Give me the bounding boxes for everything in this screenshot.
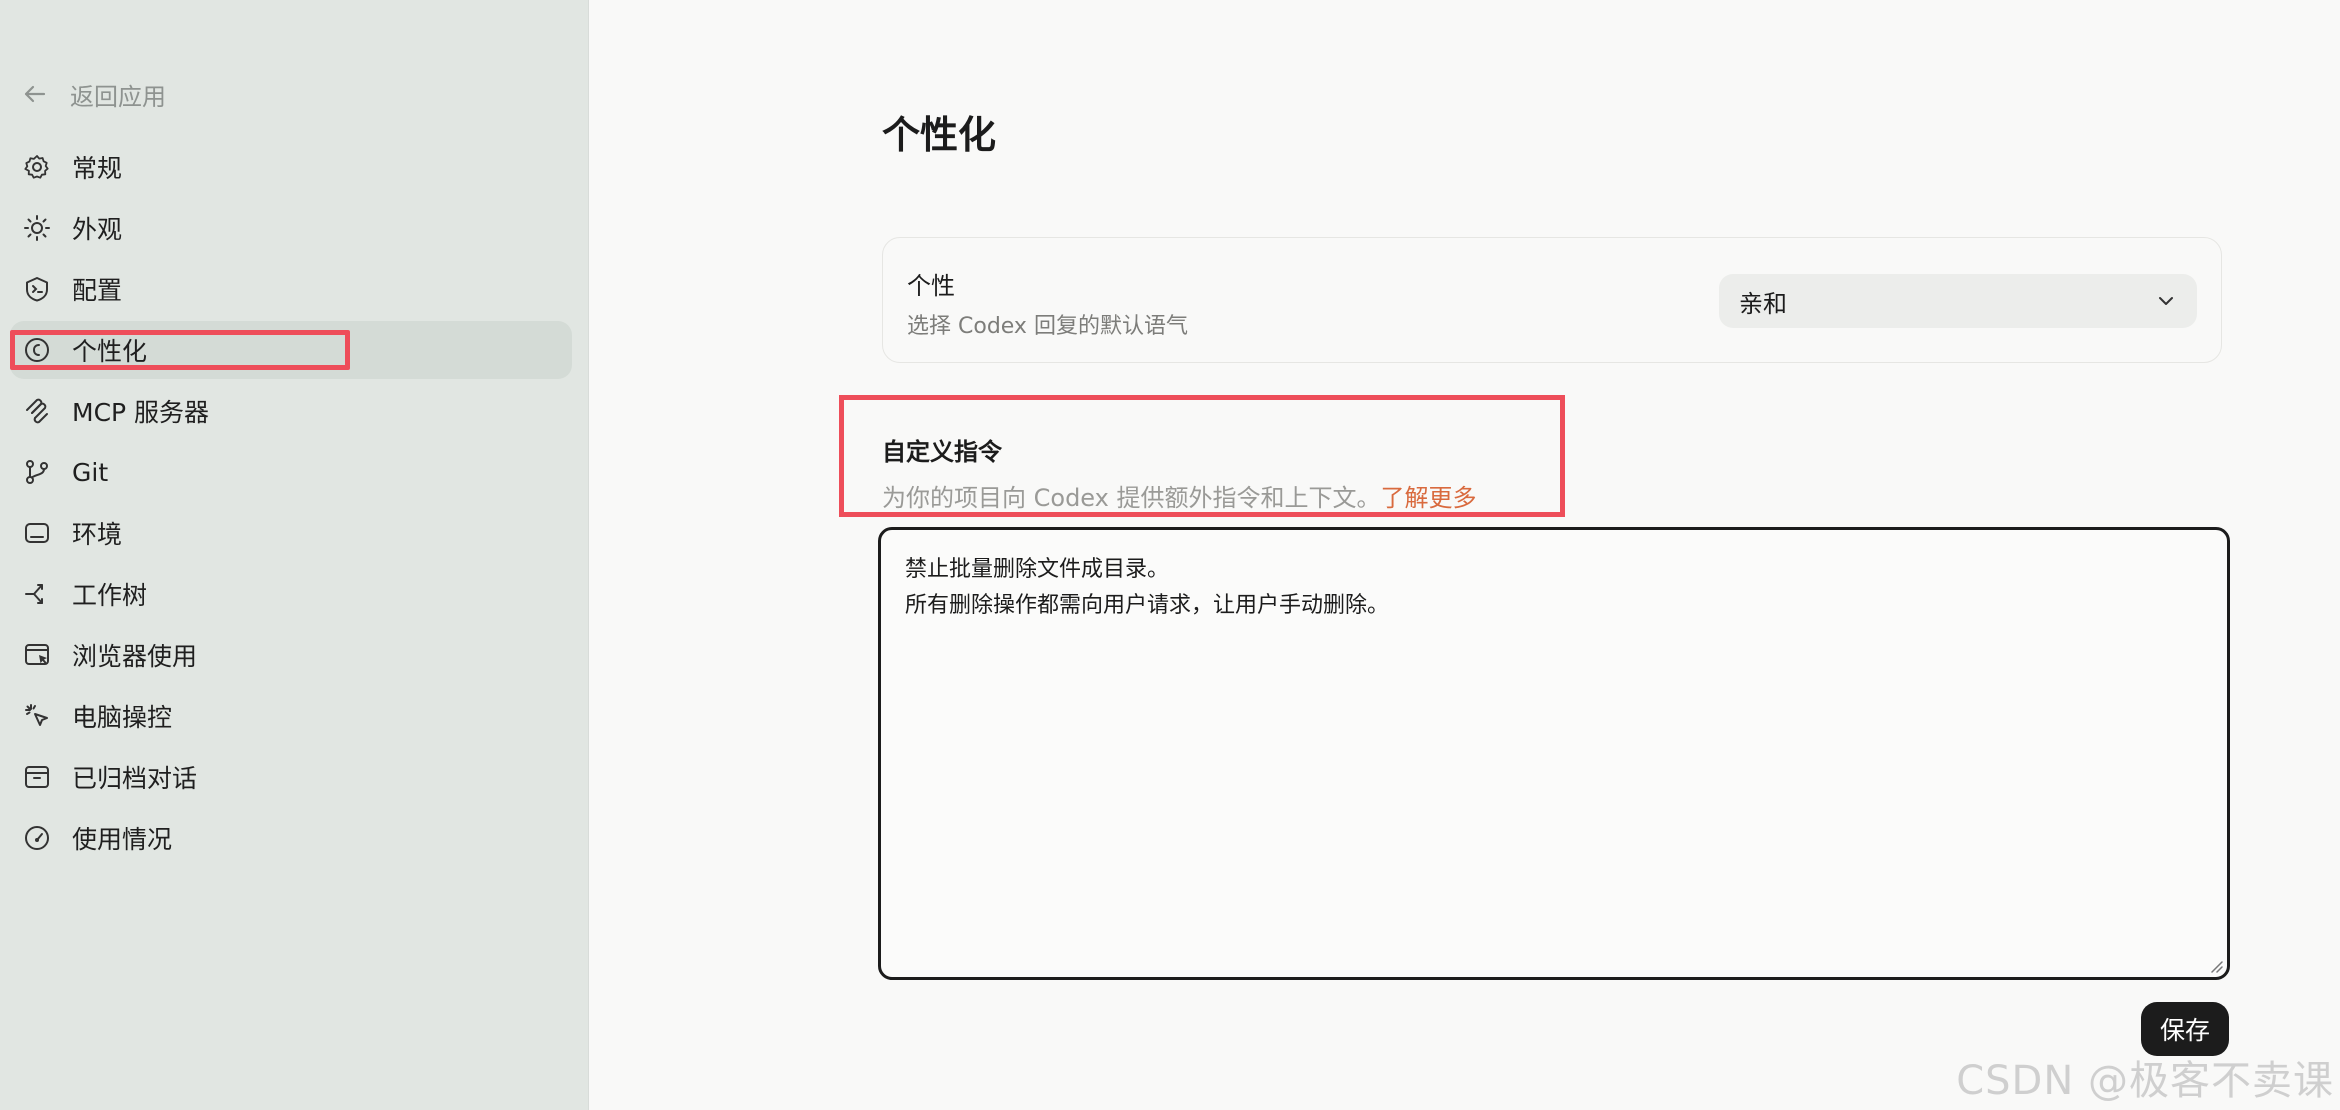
- environment-icon: [22, 518, 52, 548]
- sidebar-item-label: 浏览器使用: [72, 642, 198, 671]
- personality-description: 选择 Codex 回复的默认语气: [907, 314, 1188, 339]
- git-branch-icon: [22, 457, 52, 487]
- learn-more-link[interactable]: 了解更多: [1380, 484, 1476, 512]
- watermark: CSDN @极客不卖课: [1956, 1058, 2334, 1104]
- custom-instructions-title: 自定义指令: [882, 438, 1002, 466]
- sidebar-item-label: 电脑操控: [72, 703, 173, 732]
- back-to-app-label: 返回应用: [70, 82, 166, 111]
- browser-icon: [22, 640, 52, 670]
- settings-nav: 常规 外观 配置 个性化 MCP 服务器 Git 环境 工作树 浏览器使用 电脑…: [10, 138, 572, 870]
- personality-select[interactable]: 亲和: [1719, 274, 2197, 328]
- sidebar-item-computer-control[interactable]: 电脑操控: [10, 687, 572, 745]
- instruction-line: 所有删除操作都需向用户请求，让用户手动删除。: [905, 593, 1390, 618]
- sidebar-item-personalization[interactable]: 个性化: [10, 321, 572, 379]
- personality-card: 个性 选择 Codex 回复的默认语气 亲和: [882, 237, 2222, 363]
- sidebar-item-archived-chats[interactable]: 已归档对话: [10, 748, 572, 806]
- custom-instructions-description: 为你的项目向 Codex 提供额外指令和上下文。了解更多: [882, 478, 1476, 513]
- custom-instructions-description-text: 为你的项目向 Codex 提供额外指令和上下文。: [882, 484, 1381, 512]
- highlight-annotation-box: [10, 330, 350, 370]
- personality-label: 个性: [907, 272, 955, 300]
- sidebar-item-label: 使用情况: [72, 825, 173, 854]
- resize-handle-icon[interactable]: [2207, 957, 2223, 973]
- settings-content: 个性化 个性 选择 Codex 回复的默认语气 亲和 自定义指令 为你的项目向 …: [588, 0, 2340, 1110]
- cursor-click-icon: [22, 701, 52, 731]
- sidebar-item-worktree[interactable]: 工作树: [10, 565, 572, 623]
- sun-icon: [22, 213, 52, 243]
- custom-instructions-textarea[interactable]: 禁止批量删除文件成目录。 所有删除操作都需向用户请求，让用户手动删除。: [878, 527, 2230, 980]
- sidebar-item-browser-use[interactable]: 浏览器使用: [10, 626, 572, 684]
- sidebar-item-usage[interactable]: 使用情况: [10, 809, 572, 867]
- page-title: 个性化: [882, 113, 997, 157]
- sidebar-item-label: 配置: [72, 276, 123, 305]
- sidebar-item-label: MCP 服务器: [72, 398, 210, 427]
- sidebar-item-environment[interactable]: 环境: [10, 504, 572, 562]
- sidebar-item-appearance[interactable]: 外观: [10, 199, 572, 257]
- sidebar-item-label: 外观: [72, 215, 123, 244]
- sidebar-item-label: 环境: [72, 520, 123, 549]
- worktree-icon: [22, 579, 52, 609]
- arrow-left-icon: [22, 80, 50, 108]
- sidebar-item-label: 工作树: [72, 581, 148, 610]
- instruction-line: 禁止批量删除文件成目录。: [905, 557, 1170, 582]
- sidebar-item-git[interactable]: Git: [10, 443, 572, 501]
- mcp-icon: [22, 396, 52, 426]
- gauge-icon: [22, 823, 52, 853]
- gear-icon: [22, 152, 52, 182]
- archive-icon: [22, 762, 52, 792]
- sidebar: 返回应用 常规 外观 配置 个性化 MCP 服务器 Git 环境 工作树 浏览器…: [0, 0, 589, 1110]
- sidebar-item-label: 已归档对话: [72, 764, 198, 793]
- sidebar-item-general[interactable]: 常规: [10, 138, 572, 196]
- back-to-app-button[interactable]: 返回应用: [22, 76, 166, 112]
- sidebar-item-config[interactable]: 配置: [10, 260, 572, 318]
- sidebar-item-mcp-servers[interactable]: MCP 服务器: [10, 382, 572, 440]
- sidebar-item-label: 常规: [72, 154, 123, 183]
- personality-selected-value: 亲和: [1739, 289, 1787, 318]
- chevron-down-icon: [2155, 290, 2177, 312]
- shield-terminal-icon: [22, 274, 52, 304]
- sidebar-item-label: Git: [72, 457, 109, 487]
